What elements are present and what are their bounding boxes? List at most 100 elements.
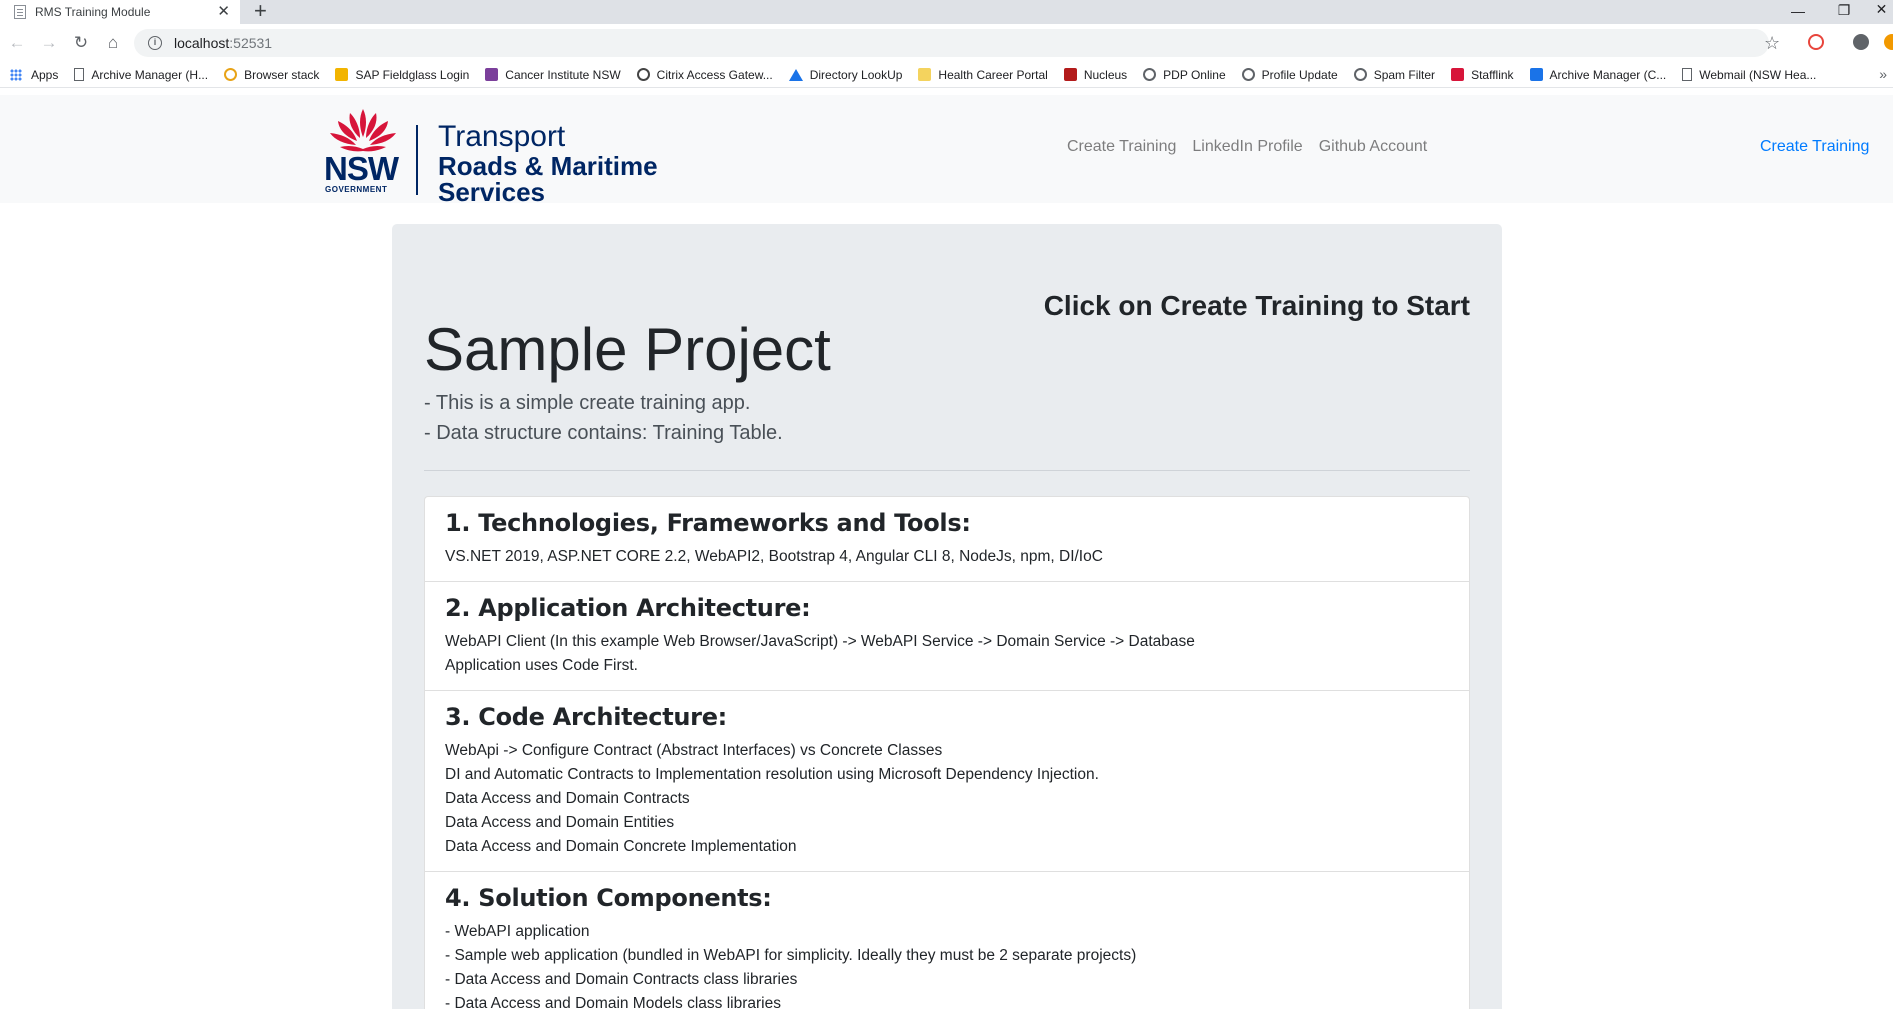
bookmark-item[interactable]: PDP Online (1143, 67, 1226, 82)
bookmark-label: Apps (31, 67, 59, 82)
bookmark-label: Cancer Institute NSW (505, 67, 621, 82)
page-favicon-icon (14, 5, 26, 19)
bookmark-item[interactable]: Citrix Access Gatew... (636, 68, 773, 82)
lead-line: - This is a simple create training app. (424, 392, 751, 414)
list-group-item: 2. Application Architecture: WebAPI Clien… (425, 582, 1469, 691)
waratah-icon (1451, 68, 1465, 81)
section-line: DI and Automatic Contracts to Implementa… (445, 766, 1099, 783)
bookmark-label: Directory LookUp (809, 67, 903, 82)
bookmark-label: Nucleus (1083, 67, 1128, 82)
address-bar[interactable]: i localhost:52531 (134, 29, 1769, 57)
back-icon[interactable]: ← (6, 32, 28, 54)
bookmark-item[interactable]: Archive Manager (H... (74, 68, 208, 82)
section-line: - Data Access and Domain Contracts class… (445, 971, 798, 988)
bookmark-label: PDP Online (1163, 67, 1226, 82)
section-line: WebAPI Client (In this example Web Brows… (445, 633, 1195, 650)
logo-rms-line2: Services (438, 177, 545, 207)
bookmark-item[interactable]: Directory LookUp (788, 67, 903, 82)
nsw-rms-logo[interactable]: NSW GOVERNMENT Transport Roads & Maritim… (322, 107, 662, 206)
bookmark-label: Spam Filter (1373, 67, 1436, 82)
logo-divider (416, 125, 418, 195)
waratah-icon (330, 109, 396, 152)
cancer-institute-icon (485, 68, 499, 81)
bookmark-item[interactable]: Webmail (NSW Hea... (1682, 68, 1816, 82)
section-line: Data Access and Domain Entities (445, 814, 675, 831)
section-line: - WebAPI application (445, 923, 590, 940)
globe-icon (1143, 68, 1157, 81)
home-icon[interactable]: ⌂ (102, 32, 124, 54)
bookmark-item[interactable]: SAP Fieldglass Login (335, 68, 469, 82)
logo-nsw-text: NSW (324, 150, 399, 187)
url-port: :52531 (229, 35, 273, 51)
bookmark-label: Profile Update (1261, 67, 1338, 82)
bookmark-item[interactable]: Stafflink (1451, 67, 1514, 82)
page-icon (74, 68, 85, 81)
globe-icon (1353, 68, 1367, 81)
logo-rms-line1: Roads & Maritime (438, 151, 658, 181)
browser-tab-active[interactable]: RMS Training Module ✕ (0, 0, 240, 24)
bookmark-item[interactable]: Apps (10, 68, 58, 82)
reload-icon[interactable]: ↻ (70, 32, 92, 54)
bookmark-item[interactable]: Profile Update (1241, 67, 1338, 82)
section-line: WebApi -> Configure Contract (Abstract I… (445, 742, 943, 759)
update-indicator-icon[interactable] (1884, 34, 1893, 50)
fieldglass-icon (335, 68, 349, 81)
bookmarks-overflow-icon[interactable]: » (1879, 66, 1887, 82)
nav-create-training[interactable]: Create Training (1067, 138, 1176, 156)
section-heading: 1. Technologies, Frameworks and Tools: (445, 509, 971, 537)
archive-icon (1529, 68, 1543, 81)
page-icon (1682, 68, 1693, 81)
section-line: - Sample web application (bundled in Web… (445, 947, 1137, 964)
new-tab-button[interactable]: + (254, 0, 267, 23)
apps-grid-icon (10, 68, 22, 81)
minimize-icon[interactable]: — (1783, 4, 1813, 24)
bookmark-item[interactable]: Cancer Institute NSW (485, 67, 621, 82)
bookmark-label: Stafflink (1471, 67, 1514, 82)
section-heading: 2. Application Architecture: (445, 594, 811, 622)
restore-icon[interactable]: ❐ (1829, 3, 1859, 23)
bookmark-star-icon[interactable]: ☆ (1764, 32, 1780, 54)
profile-avatar-icon[interactable] (1853, 34, 1869, 50)
forward-icon[interactable]: → (38, 32, 60, 54)
nav-create-training-right[interactable]: Create Training (1760, 138, 1869, 156)
nav-linkedin-profile[interactable]: LinkedIn Profile (1192, 138, 1302, 156)
extension-icon[interactable] (1808, 34, 1824, 50)
tab-title: RMS Training Module (35, 5, 151, 19)
bookmark-label: Archive Manager (H... (91, 67, 209, 82)
section-heading: 3. Code Architecture: (445, 703, 727, 731)
window-close-icon[interactable]: ✕ (1870, 2, 1893, 22)
section-heading: 4. Solution Components: (445, 884, 772, 912)
logo-government-text: GOVERNMENT (325, 185, 388, 194)
nucleus-icon (1063, 68, 1077, 81)
bookmark-item[interactable]: Archive Manager (C... (1529, 67, 1667, 82)
site-info-icon[interactable]: i (148, 36, 162, 50)
folder-icon (918, 68, 932, 81)
site-navbar: NSW GOVERNMENT Transport Roads & Maritim… (0, 95, 1893, 206)
browser-toolbar: ← → ↻ ⌂ i localhost:52531 ☆ (0, 24, 1893, 62)
list-group-item: 3. Code Architecture: WebApi -> Configure… (425, 691, 1469, 872)
bookmark-item[interactable]: Browser stack (224, 68, 319, 82)
bookmark-item[interactable]: Health Career Portal (918, 67, 1048, 82)
citrix-icon (636, 68, 650, 81)
section-line: Data Access and Domain Concrete Implemen… (445, 838, 797, 855)
bookmark-label: SAP Fieldglass Login (355, 67, 470, 82)
url-host: localhost (174, 35, 230, 51)
page-title: Sample Project (424, 316, 831, 383)
divider (424, 470, 1470, 471)
cta-heading: Click on Create Training to Start (1043, 290, 1470, 321)
bookmark-item[interactable]: Nucleus (1063, 67, 1128, 82)
browser-tab-strip: RMS Training Module ✕ + — ❐ ✕ (0, 0, 1893, 24)
bookmark-item[interactable]: Spam Filter (1353, 67, 1436, 82)
section-line: Data Access and Domain Contracts (445, 790, 690, 807)
nav-github-account[interactable]: Github Account (1319, 138, 1428, 156)
tab-close-icon[interactable]: ✕ (217, 3, 230, 21)
section-line: Application uses Code First. (445, 657, 638, 674)
info-list-group: 1. Technologies, Frameworks and Tools: VS… (424, 496, 1470, 1009)
bookmark-label: Archive Manager (C... (1549, 67, 1667, 82)
bookmarks-bar: Apps Archive Manager (H... Browser stack SA… (0, 62, 1893, 88)
main-nav: Create Training LinkedIn Profile Github … (1067, 138, 1427, 156)
bookmark-label: Health Career Portal (938, 67, 1048, 82)
jumbotron: Click on Create Training to Start Sample… (392, 224, 1502, 1009)
logo-transport-text: Transport (438, 120, 566, 153)
bookmark-label: Webmail (NSW Hea... (1699, 67, 1817, 82)
